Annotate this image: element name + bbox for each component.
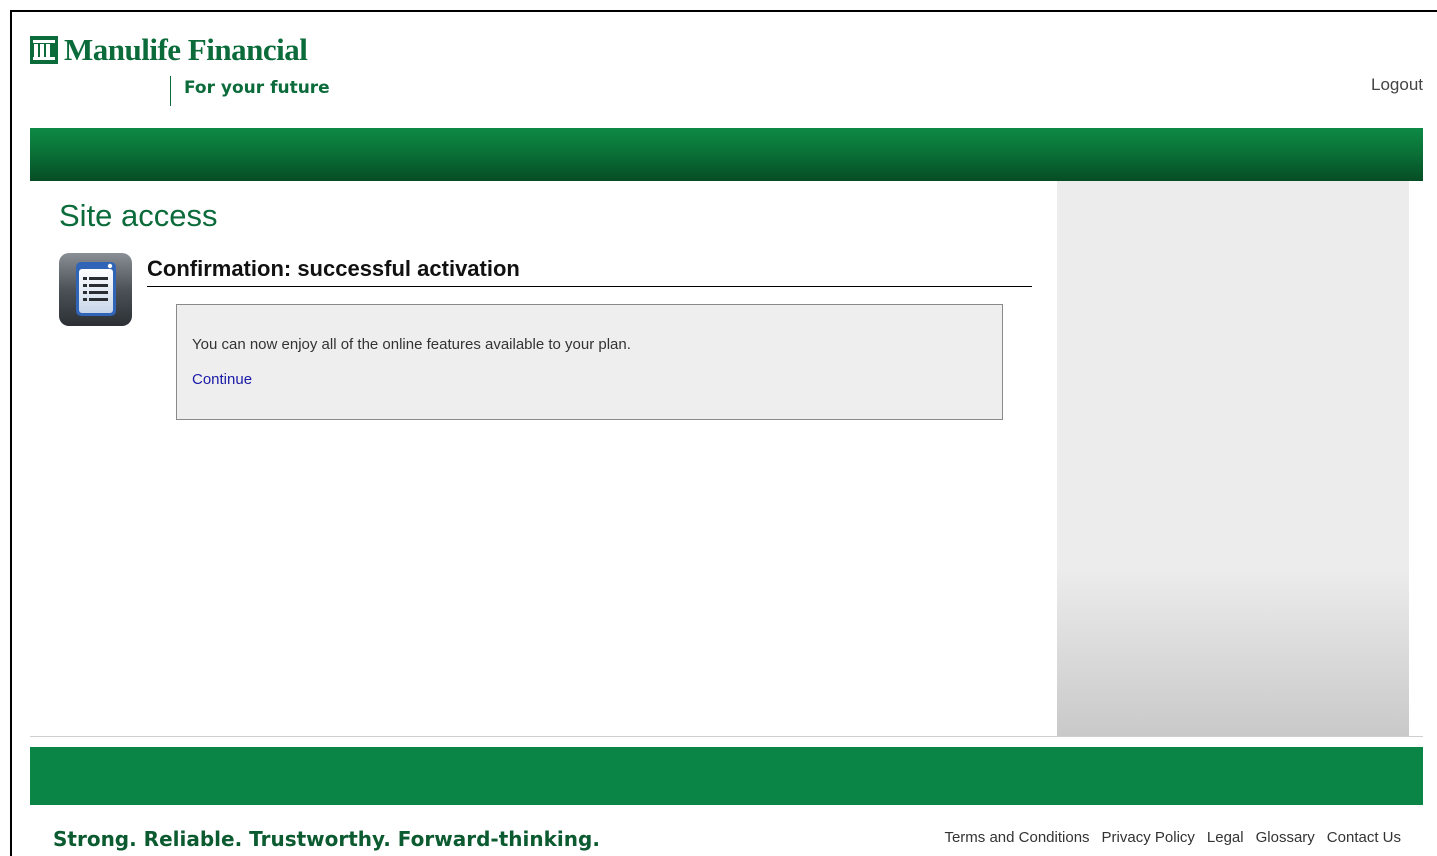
confirmation-message: You can now enjoy all of the online feat… xyxy=(192,336,631,353)
tagline-divider xyxy=(170,76,171,106)
manulife-logo[interactable]: Manulife Financial For your future xyxy=(30,32,330,108)
footer-links: Terms and Conditions Privacy Policy Lega… xyxy=(944,829,1401,846)
document-list-icon xyxy=(59,253,132,326)
footer-link-terms[interactable]: Terms and Conditions xyxy=(944,829,1089,846)
logout-link[interactable]: Logout xyxy=(1371,75,1423,95)
section-heading: Confirmation: successful activation xyxy=(147,256,1032,287)
footer-link-privacy[interactable]: Privacy Policy xyxy=(1102,829,1195,846)
footer-slogan: Strong. Reliable. Trustworthy. Forward-t… xyxy=(53,827,600,851)
footer-link-glossary[interactable]: Glossary xyxy=(1256,829,1315,846)
tagline: For your future xyxy=(184,78,330,98)
logo-name: Manulife Financial xyxy=(64,32,308,67)
manulife-m-icon xyxy=(30,36,58,64)
right-sidebar xyxy=(1057,181,1409,736)
page-title: Site access xyxy=(59,198,218,233)
footer-link-legal[interactable]: Legal xyxy=(1207,829,1244,846)
footer-link-contact[interactable]: Contact Us xyxy=(1327,829,1401,846)
footer-divider xyxy=(30,736,1423,737)
continue-link[interactable]: Continue xyxy=(192,371,252,388)
confirmation-message-box: You can now enjoy all of the online feat… xyxy=(176,304,1003,420)
footer-band xyxy=(30,747,1423,805)
header-band xyxy=(30,128,1423,181)
